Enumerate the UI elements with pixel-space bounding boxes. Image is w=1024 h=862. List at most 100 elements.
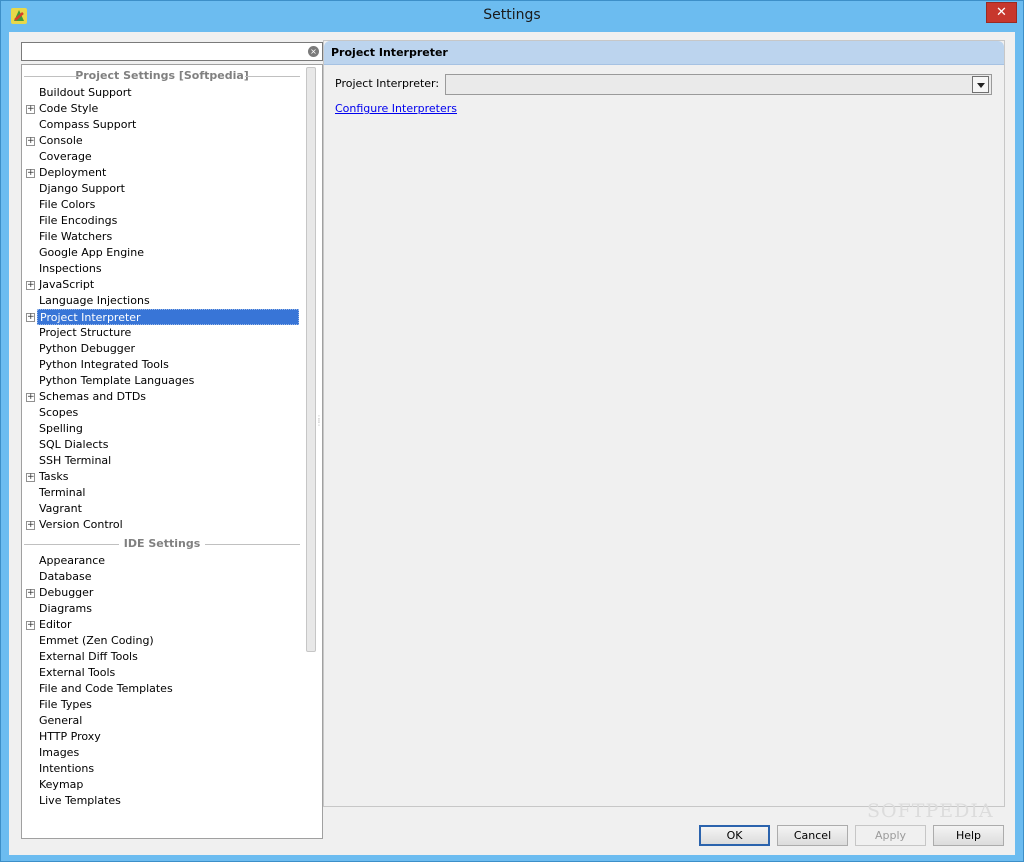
tree-item[interactable]: Coverage bbox=[24, 149, 302, 165]
tree-item[interactable]: General bbox=[24, 713, 302, 729]
tree-item[interactable]: Diagrams bbox=[24, 601, 302, 617]
tree-item[interactable]: Terminal bbox=[24, 485, 302, 501]
expand-plus-icon[interactable]: + bbox=[26, 589, 35, 598]
tree-scrollbar[interactable] bbox=[303, 64, 323, 839]
tree-item[interactable]: + JavaScript bbox=[24, 277, 302, 293]
ide-settings-group-header: IDE Settings bbox=[24, 537, 300, 551]
cancel-button[interactable]: Cancel bbox=[777, 825, 848, 846]
project-interpreter-panel: Project Interpreter Project Interpreter:… bbox=[323, 40, 1005, 807]
tree-item[interactable]: + Schemas and DTDs bbox=[24, 389, 302, 405]
chevron-down-icon[interactable] bbox=[972, 76, 989, 93]
tree-item[interactable]: File Watchers bbox=[24, 229, 302, 245]
tree-item-label: Diagrams bbox=[39, 602, 92, 615]
expand-plus-icon[interactable]: + bbox=[26, 281, 35, 290]
expand-plus-icon[interactable]: + bbox=[26, 169, 35, 178]
tree-item[interactable]: Emmet (Zen Coding) bbox=[24, 633, 302, 649]
tree-item[interactable]: HTTP Proxy bbox=[24, 729, 302, 745]
tree-item[interactable]: + Version Control bbox=[24, 517, 302, 533]
configure-interpreters-link[interactable]: Configure Interpreters bbox=[335, 102, 457, 115]
ok-button[interactable]: OK bbox=[699, 825, 770, 846]
softpedia-watermark: SOFTPEDIA bbox=[867, 800, 994, 822]
tree-item-label: Database bbox=[39, 570, 92, 583]
clear-search-icon[interactable]: × bbox=[308, 46, 319, 57]
expand-plus-icon[interactable]: + bbox=[26, 621, 35, 630]
tree-item[interactable]: + Code Style bbox=[24, 101, 302, 117]
tree-item-label: Editor bbox=[39, 618, 72, 631]
tree-item-label: Keymap bbox=[39, 778, 84, 791]
tree-item[interactable]: + Tasks bbox=[24, 469, 302, 485]
settings-tree[interactable]: Project Settings [Softpedia] IDE Setting… bbox=[21, 64, 315, 839]
tree-item[interactable]: File Encodings bbox=[24, 213, 302, 229]
expand-plus-icon[interactable]: + bbox=[26, 473, 35, 482]
tree-item[interactable]: SSH Terminal bbox=[24, 453, 302, 469]
tree-item[interactable]: Buildout Support bbox=[24, 85, 302, 101]
tree-item-label: General bbox=[39, 714, 83, 727]
tree-item[interactable]: Scopes bbox=[24, 405, 302, 421]
tree-item[interactable]: + Project Interpreter bbox=[24, 309, 302, 325]
tree-item[interactable]: + Deployment bbox=[24, 165, 302, 181]
tree-item[interactable]: SQL Dialects bbox=[24, 437, 302, 453]
tree-item-label: JavaScript bbox=[39, 278, 95, 291]
tree-item-label: SQL Dialects bbox=[39, 438, 109, 451]
tree-item-label: Console bbox=[39, 134, 83, 147]
tree-item[interactable]: Appearance bbox=[24, 553, 302, 569]
settings-search-input[interactable]: × bbox=[21, 42, 323, 61]
tree-item[interactable]: Inspections bbox=[24, 261, 302, 277]
tree-item[interactable]: Language Injections bbox=[24, 293, 302, 309]
tree-item-label: Terminal bbox=[39, 486, 86, 499]
tree-item-label: File Watchers bbox=[39, 230, 113, 243]
tree-item[interactable]: External Diff Tools bbox=[24, 649, 302, 665]
expand-plus-icon[interactable]: + bbox=[26, 393, 35, 402]
splitter-grip-icon[interactable]: ⋮ ⋮ bbox=[315, 415, 323, 429]
tree-item-label: Python Integrated Tools bbox=[39, 358, 169, 371]
tree-item-label: File Colors bbox=[39, 198, 96, 211]
tree-item[interactable]: Images bbox=[24, 745, 302, 761]
title-bar[interactable]: Settings ✕ bbox=[1, 1, 1023, 32]
tree-item[interactable]: Vagrant bbox=[24, 501, 302, 517]
tree-item[interactable]: Project Structure bbox=[24, 325, 302, 341]
close-button[interactable]: ✕ bbox=[986, 2, 1017, 23]
tree-item[interactable]: Google App Engine bbox=[24, 245, 302, 261]
tree-item-label: Project Structure bbox=[39, 326, 132, 339]
project-settings-group-header: Project Settings [Softpedia] bbox=[24, 69, 300, 83]
tree-item-label: Spelling bbox=[39, 422, 83, 435]
tree-item[interactable]: Python Integrated Tools bbox=[24, 357, 302, 373]
expand-plus-icon[interactable]: + bbox=[26, 137, 35, 146]
tree-item-label: Compass Support bbox=[39, 118, 137, 131]
tree-item[interactable]: Live Templates bbox=[24, 793, 302, 809]
help-button[interactable]: Help bbox=[933, 825, 1004, 846]
tree-item[interactable]: Database bbox=[24, 569, 302, 585]
expand-plus-icon[interactable]: + bbox=[26, 521, 35, 530]
tree-item[interactable]: Python Debugger bbox=[24, 341, 302, 357]
tree-item[interactable]: File and Code Templates bbox=[24, 681, 302, 697]
tree-item[interactable]: External Tools bbox=[24, 665, 302, 681]
window-title: Settings bbox=[483, 7, 541, 23]
tree-item-label: Emmet (Zen Coding) bbox=[39, 634, 154, 647]
dialog-content: × Project Settings [Softpedia] IDE Setti… bbox=[9, 32, 1015, 855]
tree-item[interactable]: + Console bbox=[24, 133, 302, 149]
tree-item-label: Google App Engine bbox=[39, 246, 144, 259]
tree-item[interactable]: Intentions bbox=[24, 761, 302, 777]
tree-item[interactable]: Compass Support bbox=[24, 117, 302, 133]
expand-plus-icon[interactable]: + bbox=[26, 105, 35, 114]
tree-item-label: External Diff Tools bbox=[39, 650, 138, 663]
apply-button[interactable]: Apply bbox=[855, 825, 926, 846]
tree-item[interactable]: File Types bbox=[24, 697, 302, 713]
tree-item[interactable]: Keymap bbox=[24, 777, 302, 793]
tree-item-label: Buildout Support bbox=[39, 86, 132, 99]
tree-item[interactable]: File Colors bbox=[24, 197, 302, 213]
expand-plus-icon[interactable]: + bbox=[26, 313, 35, 322]
tree-scrollbar-thumb[interactable] bbox=[306, 67, 316, 652]
tree-item-label: Deployment bbox=[39, 166, 107, 179]
tree-item[interactable]: + Debugger bbox=[24, 585, 302, 601]
settings-window: Settings ✕ × Project Settings [Softpedia… bbox=[0, 0, 1024, 862]
tree-item-label: Vagrant bbox=[39, 502, 82, 515]
tree-item-label: Appearance bbox=[39, 554, 106, 567]
tree-item[interactable]: Python Template Languages bbox=[24, 373, 302, 389]
tree-item[interactable]: Django Support bbox=[24, 181, 302, 197]
tree-item[interactable]: Spelling bbox=[24, 421, 302, 437]
tree-item-label: Intentions bbox=[39, 762, 95, 775]
project-interpreter-select[interactable] bbox=[445, 74, 992, 95]
panel-title: Project Interpreter bbox=[324, 41, 1004, 65]
tree-item[interactable]: + Editor bbox=[24, 617, 302, 633]
